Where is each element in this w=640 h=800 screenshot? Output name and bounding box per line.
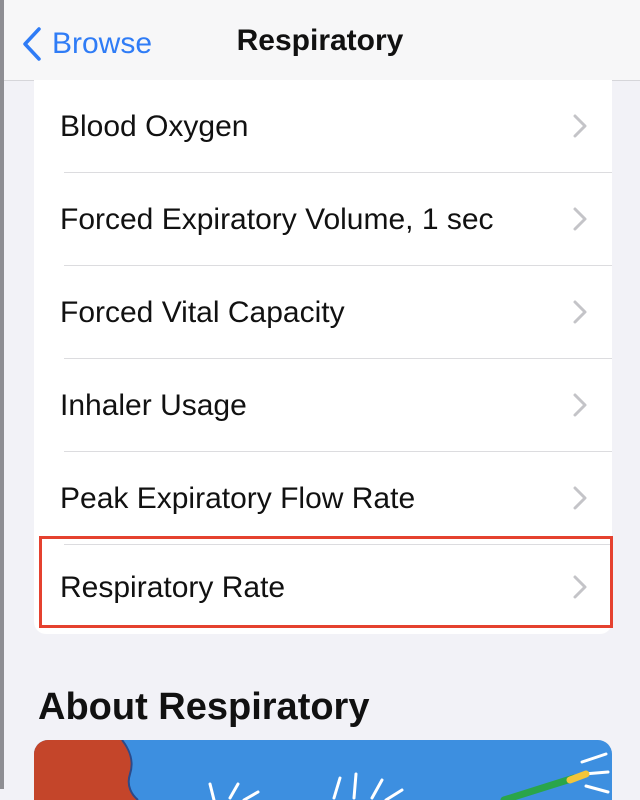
list-item-forced-expiratory-volume[interactable]: Forced Expiratory Volume, 1 sec bbox=[34, 173, 612, 266]
chevron-right-icon bbox=[573, 393, 587, 417]
chevron-right-icon bbox=[573, 486, 587, 510]
chevron-right-icon bbox=[573, 114, 587, 138]
chevron-right-icon bbox=[573, 300, 587, 324]
about-illustration bbox=[34, 740, 612, 800]
list-item-label: Forced Vital Capacity bbox=[60, 296, 345, 329]
chevron-right-icon bbox=[573, 575, 587, 599]
list-item-label: Respiratory Rate bbox=[60, 571, 286, 604]
list-item-respiratory-rate[interactable]: Respiratory Rate bbox=[34, 541, 612, 634]
list-item-label: Peak Expiratory Flow Rate bbox=[60, 482, 416, 515]
list-item-forced-vital-capacity[interactable]: Forced Vital Capacity bbox=[34, 266, 612, 359]
window-edge bbox=[0, 0, 4, 789]
list-item-label: Blood Oxygen bbox=[60, 110, 249, 143]
list-item-blood-oxygen[interactable]: Blood Oxygen bbox=[34, 80, 612, 173]
list-item-peak-expiratory-flow-rate[interactable]: Peak Expiratory Flow Rate bbox=[34, 452, 612, 545]
about-section-title: About Respiratory bbox=[38, 686, 370, 728]
chevron-right-icon bbox=[573, 207, 587, 231]
navigation-bar: Browse Respiratory bbox=[4, 0, 640, 81]
list-item-inhaler-usage[interactable]: Inhaler Usage bbox=[34, 359, 612, 452]
list-item-label: Forced Expiratory Volume, 1 sec bbox=[60, 203, 494, 236]
page-title: Respiratory bbox=[236, 24, 404, 57]
list-item-label: Inhaler Usage bbox=[60, 389, 247, 422]
respiratory-list: Blood Oxygen Forced Expiratory Volume, 1… bbox=[34, 80, 612, 634]
